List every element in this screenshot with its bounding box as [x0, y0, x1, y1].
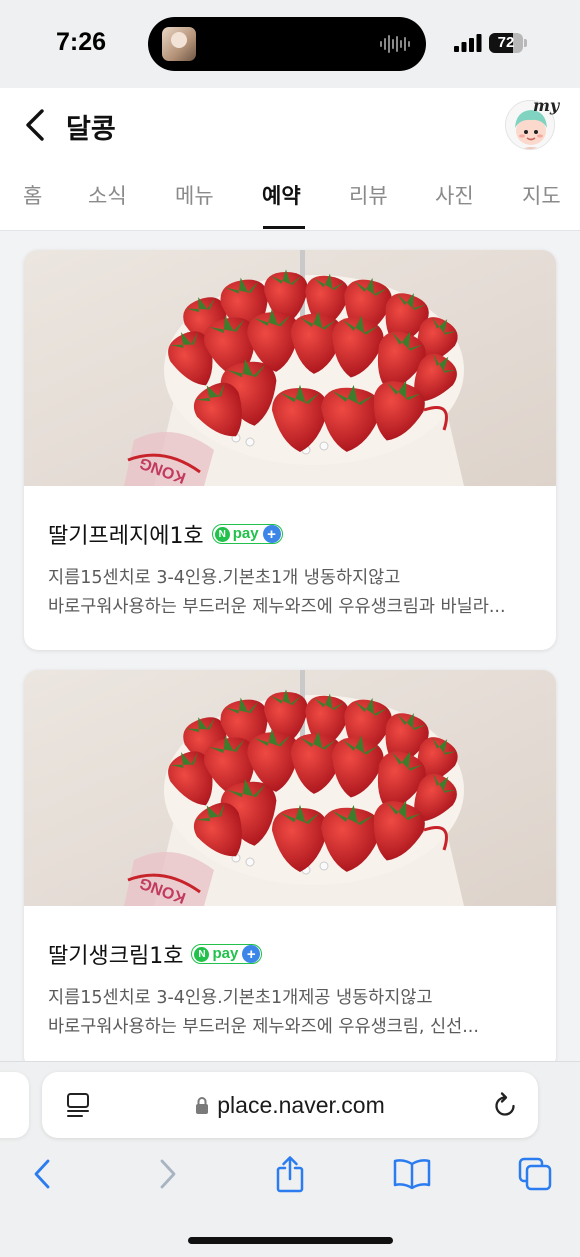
reservation-product-list: KONG 딸기프레지에1호 N pay + 지름15센치로 3-4인용.기본초1… [0, 232, 580, 1062]
product-card[interactable]: KONG 딸기프레지에1호 N pay + 지름15센치로 3-4인용.기본초1… [24, 250, 556, 650]
plus-icon: + [242, 945, 261, 963]
product-photo: KONG [24, 670, 556, 906]
chevron-left-icon [26, 109, 44, 141]
active-tab-indicator [263, 226, 305, 229]
back-button[interactable] [18, 106, 52, 144]
product-card[interactable]: KONG 딸기생크림1호 N pay + 지름15센치로 3-4인용.기본초1개… [24, 670, 556, 1062]
place-header: 달콩 my 홈 소식 메뉴 예약 리뷰 사진 지도 [0, 88, 580, 231]
now-playing-thumbnail [162, 27, 196, 61]
browser-back-button[interactable] [22, 1154, 62, 1194]
book-icon [393, 1159, 431, 1190]
share-button[interactable] [270, 1154, 310, 1194]
tab-menu[interactable]: 메뉴 [175, 180, 214, 210]
product-description: 지름15센치로 3-4인용.기본초1개 냉동하지않고 바로구워사용하는 부드러운… [48, 568, 506, 617]
tab-photos[interactable]: 사진 [435, 180, 474, 210]
share-icon [276, 1156, 304, 1193]
page-title: 달콩 [66, 114, 116, 145]
tab-news[interactable]: 소식 [88, 180, 127, 210]
product-title: 딸기프레지에1호 [48, 524, 204, 549]
status-bar: 7:26 72 [0, 0, 580, 88]
reload-icon[interactable] [492, 1091, 518, 1119]
tabs-overview-icon [518, 1157, 552, 1191]
tab-bar: 홈 소식 메뉴 예약 리뷰 사진 지도 [0, 174, 580, 230]
address-bar[interactable]: place.naver.com [42, 1072, 538, 1138]
chevron-right-icon [160, 1159, 176, 1189]
browser-forward-button[interactable] [148, 1154, 188, 1194]
my-label: my [533, 96, 560, 115]
previous-tab-preview[interactable] [0, 1072, 29, 1138]
plus-icon: + [262, 525, 281, 543]
bookmarks-button[interactable] [392, 1154, 432, 1194]
audio-waveform-icon [380, 35, 410, 53]
naver-n-icon: N [194, 946, 210, 962]
tabs-button[interactable] [515, 1154, 555, 1194]
my-profile-button[interactable]: my [505, 96, 559, 152]
tab-reviews[interactable]: 리뷰 [349, 180, 388, 210]
cellular-signal-icon [454, 34, 482, 52]
tab-map[interactable]: 지도 [522, 180, 561, 210]
dynamic-island[interactable] [148, 17, 426, 71]
tab-home[interactable]: 홈 [23, 180, 42, 210]
battery-indicator: 72 [489, 33, 527, 53]
product-description: 지름15센치로 3-4인용.기본초1개제공 냉동하지않고 바로구워사용하는 부드… [48, 988, 479, 1037]
tab-reservation[interactable]: 예약 [262, 180, 301, 210]
npay-label: pay [232, 525, 259, 542]
product-title: 딸기생크림1호 [48, 944, 184, 969]
safari-toolbar: place.naver.com [0, 1061, 580, 1257]
naver-n-icon: N [214, 526, 230, 542]
lock-icon [196, 1097, 209, 1114]
npay-label: pay [212, 945, 239, 962]
url-text: place.naver.com [217, 1091, 385, 1118]
home-indicator [188, 1237, 393, 1244]
npay-badge: N pay + [211, 524, 283, 544]
chevron-left-icon [34, 1159, 50, 1189]
product-photo: KONG [24, 250, 556, 486]
status-time: 7:26 [56, 28, 107, 56]
npay-badge: N pay + [191, 944, 263, 964]
battery-level: 72 [497, 34, 515, 51]
